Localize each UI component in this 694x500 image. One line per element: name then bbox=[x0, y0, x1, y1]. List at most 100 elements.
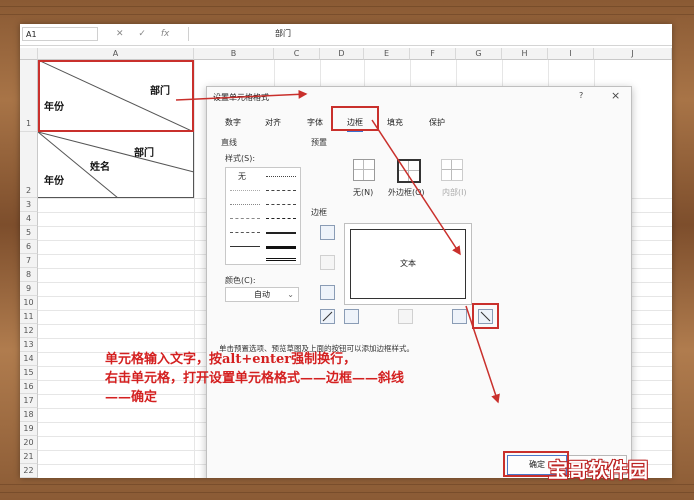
column-header-i[interactable]: I bbox=[548, 48, 594, 60]
formula-input[interactable]: 部门 bbox=[188, 27, 668, 41]
preset-inside-button[interactable] bbox=[441, 159, 463, 181]
formula-icons: ✕ ✓ fx bbox=[116, 27, 181, 41]
color-value: 自动 bbox=[254, 290, 270, 299]
row-header-19[interactable]: 19 bbox=[20, 422, 38, 436]
preset-none-label: 无(N) bbox=[353, 188, 374, 197]
row-header-7[interactable]: 7 bbox=[20, 254, 38, 268]
column-header-c[interactable]: C bbox=[274, 48, 320, 60]
border-center-button[interactable] bbox=[398, 309, 413, 324]
border-right-button[interactable] bbox=[452, 309, 467, 324]
highlight-diagonal-button bbox=[472, 303, 499, 329]
row-header-3[interactable]: 3 bbox=[20, 198, 38, 212]
style-option[interactable] bbox=[266, 258, 296, 261]
wood-grain bbox=[0, 14, 694, 15]
style-none-option[interactable]: 无 bbox=[238, 171, 246, 182]
border-preview[interactable]: 文本 bbox=[344, 223, 472, 305]
row-header-13[interactable]: 13 bbox=[20, 338, 38, 352]
row-header-8[interactable]: 8 bbox=[20, 268, 38, 282]
tab-protection[interactable]: 保护 bbox=[429, 117, 445, 128]
preset-inside-label: 内部(I) bbox=[442, 188, 467, 197]
row-header-11[interactable]: 11 bbox=[20, 310, 38, 324]
border-section-label: 边框 bbox=[311, 208, 327, 217]
row-header-4[interactable]: 4 bbox=[20, 212, 38, 226]
watermark-logo: 宝哥软件园 bbox=[548, 458, 648, 482]
row-header-15[interactable]: 15 bbox=[20, 366, 38, 380]
diagonal-up-button[interactable] bbox=[320, 309, 335, 324]
close-icon[interactable]: ✕ bbox=[116, 29, 124, 39]
style-option[interactable] bbox=[266, 232, 296, 234]
close-icon[interactable]: × bbox=[611, 89, 620, 102]
style-option[interactable] bbox=[230, 218, 260, 219]
tab-alignment[interactable]: 对齐 bbox=[265, 117, 281, 128]
row-header-10[interactable]: 10 bbox=[20, 296, 38, 310]
style-option[interactable] bbox=[266, 176, 296, 177]
line-section-label: 直线 bbox=[221, 138, 237, 147]
border-left-button[interactable] bbox=[344, 309, 359, 324]
spreadsheet-window: A1 ✕ ✓ fx 部门 A B C D E F G H I J 1 2 3 4… bbox=[20, 24, 672, 478]
cell-merged-example[interactable]: 部门 姓名 年份 bbox=[38, 132, 194, 198]
column-header-b[interactable]: B bbox=[194, 48, 274, 60]
help-icon[interactable]: ? bbox=[579, 91, 583, 100]
row-header-18[interactable]: 18 bbox=[20, 408, 38, 422]
format-cells-dialog: 设置单元格格式 ? × 数字 对齐 字体 边框 填充 保护 直线 样式(S): … bbox=[206, 86, 632, 478]
preset-outline-button[interactable] bbox=[397, 159, 421, 183]
function-icon[interactable]: fx bbox=[161, 29, 170, 39]
row-header-2[interactable]: 2 bbox=[20, 184, 38, 198]
style-option[interactable] bbox=[266, 204, 296, 205]
style-option[interactable] bbox=[266, 246, 296, 249]
tab-font[interactable]: 字体 bbox=[307, 117, 323, 128]
row-header-5[interactable]: 5 bbox=[20, 226, 38, 240]
row-header-12[interactable]: 12 bbox=[20, 324, 38, 338]
column-header-e[interactable]: E bbox=[364, 48, 410, 60]
row-header-6[interactable]: 6 bbox=[20, 240, 38, 254]
style-option[interactable] bbox=[230, 204, 260, 205]
style-option[interactable] bbox=[266, 218, 296, 219]
preview-text: 文本 bbox=[350, 229, 466, 299]
border-bottom-button[interactable] bbox=[320, 285, 335, 300]
row-header-14[interactable]: 14 bbox=[20, 352, 38, 366]
style-option[interactable] bbox=[230, 232, 260, 233]
style-option[interactable] bbox=[230, 246, 260, 247]
highlight-border-tab bbox=[331, 106, 379, 131]
line-style-list[interactable]: 无 bbox=[225, 167, 301, 265]
column-header-f[interactable]: F bbox=[410, 48, 456, 60]
preset-outline-label: 外边框(O) bbox=[388, 188, 425, 197]
preset-none-button[interactable] bbox=[353, 159, 375, 181]
tab-fill[interactable]: 填充 bbox=[387, 117, 403, 128]
dialog-title: 设置单元格格式 bbox=[213, 93, 269, 102]
highlight-cell-box bbox=[38, 60, 194, 132]
color-dropdown[interactable]: 自动 ⌄ bbox=[225, 287, 299, 302]
style-option[interactable] bbox=[266, 190, 296, 191]
check-icon[interactable]: ✓ bbox=[138, 29, 146, 39]
instruction-line-1: 单元格输入文字，按alt+enter强制换行， bbox=[105, 352, 357, 367]
row-header-17[interactable]: 17 bbox=[20, 394, 38, 408]
row-header-21[interactable]: 21 bbox=[20, 450, 38, 464]
gridline bbox=[194, 60, 195, 478]
diagonal-lines bbox=[38, 132, 194, 198]
row-header-9[interactable]: 9 bbox=[20, 282, 38, 296]
formula-bar: A1 ✕ ✓ fx 部门 bbox=[20, 24, 672, 46]
cell-header-year: 年份 bbox=[44, 176, 64, 187]
row-header-20[interactable]: 20 bbox=[20, 436, 38, 450]
row-header-16[interactable]: 16 bbox=[20, 380, 38, 394]
wood-grain bbox=[0, 492, 694, 493]
style-option[interactable] bbox=[230, 190, 260, 191]
column-header-d[interactable]: D bbox=[320, 48, 364, 60]
wood-grain bbox=[0, 6, 694, 7]
border-top-button[interactable] bbox=[320, 225, 335, 240]
column-header-h[interactable]: H bbox=[502, 48, 548, 60]
tab-number[interactable]: 数字 bbox=[225, 117, 241, 128]
cell-header-dept: 部门 bbox=[134, 148, 154, 159]
column-header-j[interactable]: J bbox=[594, 48, 672, 60]
row-header-22[interactable]: 22 bbox=[20, 464, 38, 478]
name-box[interactable]: A1 bbox=[22, 27, 98, 41]
column-header-a[interactable]: A bbox=[38, 48, 194, 60]
style-label: 样式(S): bbox=[225, 154, 256, 163]
select-all-corner[interactable] bbox=[20, 48, 38, 60]
border-middle-button[interactable] bbox=[320, 255, 335, 270]
column-header-g[interactable]: G bbox=[456, 48, 502, 60]
instruction-line-3: ——确定 bbox=[105, 390, 158, 405]
row-header-1[interactable]: 1 bbox=[20, 60, 38, 132]
chevron-down-icon: ⌄ bbox=[287, 290, 294, 299]
diagonal-up-icon bbox=[322, 311, 333, 322]
